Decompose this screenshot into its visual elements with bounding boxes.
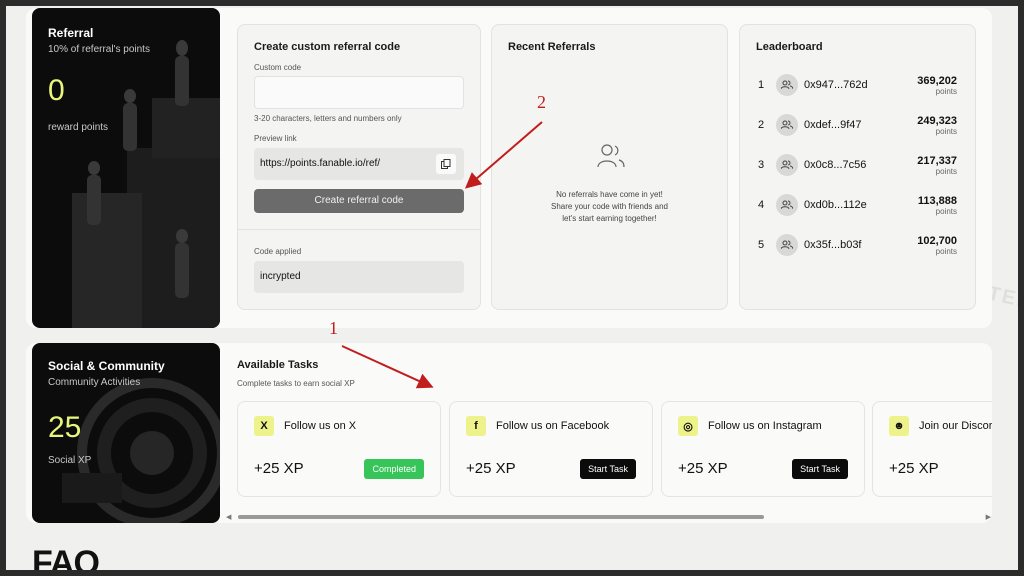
statues-illustration xyxy=(72,40,220,328)
code-applied-value: incrypted xyxy=(260,271,301,282)
discord-icon: ☻ xyxy=(889,416,909,436)
preview-link-url: https://points.fanable.io/ref/ xyxy=(260,158,381,169)
user-avatar-icon xyxy=(776,194,798,216)
referral-card: Referral 10% of referral's points 0 rewa… xyxy=(32,8,220,328)
social-card: Social & Community Community Activities … xyxy=(32,343,220,523)
task-card-clip: ☻ Join our Discord +25 XP xyxy=(872,401,992,497)
start-task-button[interactable]: Start Task xyxy=(580,459,636,479)
start-task-button[interactable]: Start Task xyxy=(792,459,848,479)
task-xp: +25 XP xyxy=(254,460,304,477)
scrollbar-thumb[interactable] xyxy=(238,515,764,519)
referral-subtitle: 10% of referral's points xyxy=(48,44,150,55)
available-tasks-title: Available Tasks xyxy=(237,359,319,371)
leaderboard-title: Leaderboard xyxy=(756,41,823,53)
recent-referrals-panel: Recent Referrals No referrals have come … xyxy=(491,24,728,310)
task-xp: +25 XP xyxy=(466,460,516,477)
custom-code-input[interactable] xyxy=(254,76,464,109)
task-name: Follow us on X xyxy=(284,420,357,432)
social-xp-label: Social XP xyxy=(48,455,92,466)
faq-title: FAQ xyxy=(32,544,100,570)
task-card: f Follow us on Facebook +25 XP Start Tas… xyxy=(449,401,653,497)
social-subtitle: Community Activities xyxy=(48,377,141,388)
task-card: X Follow us on X +25 XP Completed xyxy=(237,401,441,497)
user-avatar-icon xyxy=(776,154,798,176)
code-applied-field: incrypted xyxy=(254,261,464,293)
leaderboard-row: 5 0x35f...b03f 102,700 points xyxy=(758,234,957,256)
create-code-panel: Create custom referral code Custom code … xyxy=(237,24,481,310)
custom-code-label: Custom code xyxy=(254,63,302,72)
create-code-title: Create custom referral code xyxy=(254,41,401,53)
task-xp: +25 XP xyxy=(678,460,728,477)
create-referral-code-button[interactable]: Create referral code xyxy=(254,189,464,213)
task-name: Join our Discord xyxy=(919,420,992,432)
x-logo-icon: X xyxy=(254,416,274,436)
task-completed-button[interactable]: Completed xyxy=(364,459,424,479)
facebook-icon: f xyxy=(466,416,486,436)
task-xp: +25 XP xyxy=(889,460,939,477)
referral-title: Referral xyxy=(48,26,94,40)
available-tasks-subtitle: Complete tasks to earn social XP xyxy=(237,379,355,388)
instagram-icon: ◎ xyxy=(678,416,698,436)
users-icon xyxy=(597,144,625,168)
task-card: ◎ Follow us on Instagram +25 XP Start Ta… xyxy=(661,401,865,497)
preview-link-field: https://points.fanable.io/ref/ xyxy=(254,148,464,180)
social-xp-value: 25 xyxy=(48,411,82,444)
copy-icon[interactable] xyxy=(436,154,456,174)
task-name: Follow us on Facebook xyxy=(496,420,610,432)
divider xyxy=(238,229,480,230)
user-avatar-icon xyxy=(776,74,798,96)
code-applied-label: Code applied xyxy=(254,247,302,256)
task-name: Follow us on Instagram xyxy=(708,420,822,432)
scroll-right-icon[interactable]: ▶ xyxy=(986,513,991,521)
leaderboard-row: 4 0xd0b...112e 113,888 points xyxy=(758,194,957,216)
horizontal-scrollbar[interactable]: ◀ ▶ xyxy=(226,513,991,521)
annotation-number-1: 1 xyxy=(329,318,338,338)
social-title: Social & Community xyxy=(48,359,165,373)
reward-points-label: reward points xyxy=(48,122,109,133)
leaderboard-panel: Leaderboard 1 0x947...762d 369,202 points… xyxy=(739,24,976,310)
user-avatar-icon xyxy=(776,114,798,136)
task-card: ☻ Join our Discord +25 XP xyxy=(872,401,992,497)
leaderboard-row: 3 0x0c8...7c56 217,337 points xyxy=(758,154,957,176)
user-avatar-icon xyxy=(776,234,798,256)
preview-link-label: Preview link xyxy=(254,134,297,143)
reward-points-value: 0 xyxy=(48,74,65,107)
leaderboard-row: 1 0x947...762d 369,202 points xyxy=(758,74,957,96)
annotation-number-2: 2 xyxy=(537,92,546,112)
empty-state-message: No referrals have come in yet! Share you… xyxy=(551,190,668,223)
recent-referrals-title: Recent Referrals xyxy=(508,41,596,53)
leaderboard-row: 2 0xdef...9f47 249,323 points xyxy=(758,114,957,136)
scroll-left-icon[interactable]: ◀ xyxy=(226,513,231,521)
custom-code-hint: 3-20 characters, letters and numbers onl… xyxy=(254,114,402,123)
page: INCRYPTED INCRYPTED INCRYPTED INCRYPTED … xyxy=(6,6,1018,570)
